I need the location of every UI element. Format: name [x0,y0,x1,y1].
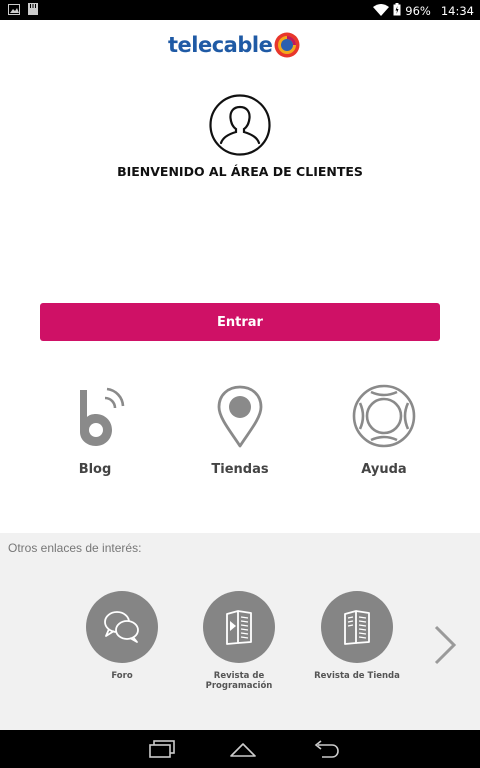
link-forum[interactable]: Foro [67,591,177,681]
magazine-play-icon [226,610,252,645]
quick-link-blog[interactable]: Blog [40,384,150,477]
other-links-panel: Otros enlaces de interés: Foro Revista d… [0,533,480,730]
recent-apps-icon[interactable] [148,739,176,759]
lifebuoy-icon [352,384,416,448]
quick-link-label: Tiendas [211,462,269,477]
wifi-icon [373,3,390,19]
chevron-right-icon[interactable] [432,625,458,665]
blog-icon [80,387,125,446]
clock: 14:34 [440,4,474,18]
logo-mark-icon [274,32,300,58]
link-label: Foro [111,671,133,681]
status-bar: 96% 14:34 [0,0,480,20]
link-label-line: Programación [205,681,273,691]
system-nav-bar [0,730,480,768]
link-label: Revista de Programación [184,671,294,691]
battery-percent: 96% [405,4,431,18]
enter-button[interactable]: Entrar [40,303,440,341]
link-circle [203,591,275,663]
link-circle [321,591,393,663]
quick-link-label: Blog [78,462,112,477]
user-avatar-icon [209,94,271,156]
quick-link-label: Ayuda [361,462,407,477]
link-label: Revista de Tienda [314,671,400,681]
quick-link-help[interactable]: Ayuda [329,384,439,477]
quick-link-stores[interactable]: Tiendas [185,384,295,477]
link-label-line: Revista de [213,671,265,681]
battery-icon [393,3,401,19]
magazine-icon [344,610,370,645]
telecable-logo: telecable [168,32,300,58]
link-programming-magazine[interactable]: Revista de Programación [184,591,294,691]
image-icon [8,3,20,18]
logo-text: telecable [168,33,273,57]
chat-bubbles-icon [104,611,139,643]
back-icon[interactable] [312,739,340,759]
link-store-magazine[interactable]: Revista de Tienda [302,591,412,681]
map-pin-icon [217,385,263,448]
link-circle [86,591,158,663]
welcome-title: BIENVENIDO AL ÁREA DE CLIENTES [117,164,363,179]
sd-card-icon [28,3,38,18]
home-icon[interactable] [228,739,258,759]
other-links-title: Otros enlaces de interés: [8,541,142,555]
